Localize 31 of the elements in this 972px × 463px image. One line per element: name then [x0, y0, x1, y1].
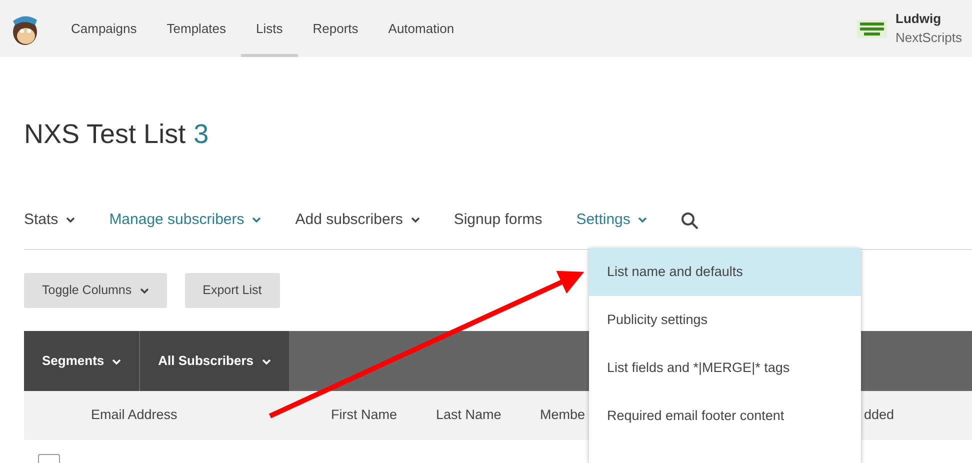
nav-tab[interactable]: Templates: [152, 0, 242, 57]
account-name: Ludwig: [896, 10, 942, 28]
menu-item[interactable]: Publicity settings: [589, 296, 861, 344]
company-logo-icon: [856, 18, 888, 40]
list-tab[interactable]: Add subscribers: [295, 209, 420, 232]
nav-tab[interactable]: Reports: [298, 0, 374, 57]
list-tab[interactable]: Signup forms: [454, 209, 542, 232]
search-icon[interactable]: [681, 212, 700, 230]
menu-item[interactable]: List fields and *|MERGE|* tags: [589, 344, 861, 392]
menu-item[interactable]: List name and defaults: [589, 248, 861, 296]
subscriber-count: 3: [194, 119, 209, 149]
segment-dropdown[interactable]: All Subscribers: [140, 331, 290, 391]
account-company: NextScripts: [896, 28, 962, 47]
toolbar-button[interactable]: Export List: [184, 273, 280, 308]
column-header: Membe: [540, 406, 586, 424]
nav-tab[interactable]: Automation: [373, 0, 470, 57]
nav-tab[interactable]: Campaigns: [56, 0, 152, 57]
column-header: Last Name: [436, 406, 502, 424]
caret-icon: [112, 358, 122, 365]
nav-tab[interactable]: Lists: [241, 0, 298, 57]
list-tab[interactable]: Settings: [576, 209, 648, 232]
column-header: Email Address: [91, 406, 178, 424]
caret-icon: [262, 358, 271, 365]
segment-dropdown[interactable]: Segments: [24, 331, 140, 391]
column-header: First Name: [331, 406, 398, 424]
column-header: dded: [864, 406, 896, 424]
list-tab[interactable]: Stats: [24, 209, 76, 232]
list-title: NXS Test List: [24, 119, 186, 149]
list-tab[interactable]: Manage subscribers: [109, 209, 262, 232]
menu-item[interactable]: Required email footer content: [589, 392, 861, 440]
toolbar-button[interactable]: Toggle Columns: [24, 273, 167, 308]
